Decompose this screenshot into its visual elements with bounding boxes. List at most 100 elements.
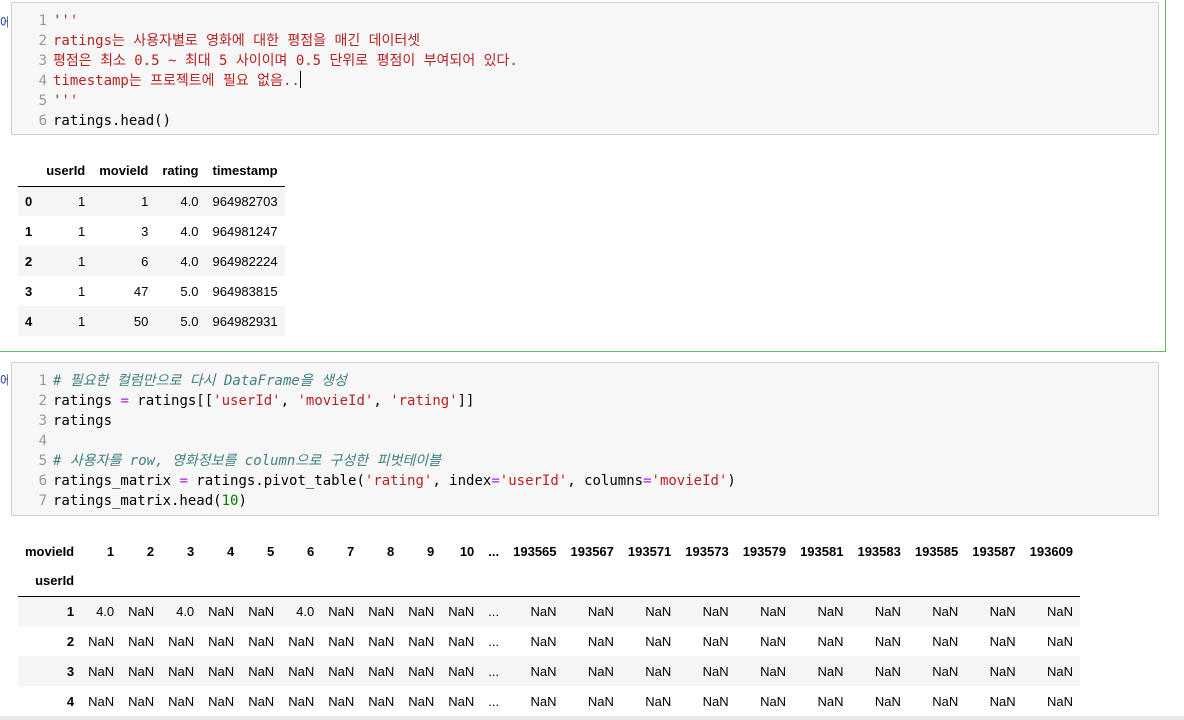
cell-prompt: 에 (0, 16, 8, 31)
table-cell: NaN (587, 633, 614, 649)
code-token: , (373, 393, 391, 409)
column-header: 8 (387, 543, 395, 559)
table-cell: NaN (587, 603, 614, 619)
code-line: 3 ratings (12, 411, 1158, 431)
table-cell: NaN (368, 693, 395, 709)
column-header: 193571 (627, 543, 672, 559)
table-cell: NaN (702, 603, 729, 619)
line-content: timestamp는 프로젝트에 필요 없음.. (53, 71, 301, 91)
table-cell: NaN (645, 663, 672, 679)
row-index: 1 (66, 603, 75, 619)
code-editor-2[interactable]: 1 # 필요한 컬럼만으로 다시 DataFrame을 생성 2 ratings = … (12, 371, 1158, 511)
code-input-2[interactable]: 1 # 필요한 컬럼만으로 다시 DataFrame을 생성 2 ratings = … (11, 362, 1159, 516)
row-index: 4 (66, 693, 75, 709)
table-cell: NaN (760, 603, 787, 619)
table-cell: NaN (645, 693, 672, 709)
horizontal-scrollbar[interactable] (0, 716, 1184, 720)
table-cell: NaN (448, 603, 475, 619)
column-header: 7 (347, 543, 355, 559)
code-token: = (120, 393, 129, 409)
code-token: ratings (53, 393, 121, 409)
table-cell: 3 (141, 223, 149, 239)
table-cell: NaN (208, 693, 235, 709)
table-cell: NaN (408, 603, 435, 619)
table-cell: ... (488, 633, 500, 649)
code-line: 5 # 사용자를 row, 영화정보를 column으로 구성한 피벗테이블 (12, 451, 1158, 471)
output-scroll-area[interactable]: movieId 1 2 3 4 5 6 7 8 9 10... 193565 193567 193571 1… (18, 536, 1159, 720)
code-token: 10 (221, 493, 239, 509)
table-cell: NaN (328, 663, 355, 679)
code-token: 'movieId' (297, 393, 374, 409)
table-cell: NaN (1047, 633, 1074, 649)
code-token: # 필요한 컬럼만으로 다시 DataFrame을 생성 (53, 373, 347, 389)
index-name: userId (18, 566, 82, 597)
table-cell: NaN (587, 663, 614, 679)
table-cell: NaN (817, 663, 844, 679)
code-line: 7 ratings_matrix.head(10) (12, 491, 1158, 511)
table-cell: NaN (645, 603, 672, 619)
line-content: ratings (53, 411, 112, 431)
code-line: 6 ratings_matrix = ratings.pivot_table('r… (12, 471, 1158, 491)
code-line: 2 ratings = ratings[['userId', 'movieId',… (12, 391, 1158, 411)
line-content: ratings_matrix.head(10) (53, 491, 247, 511)
column-header: 4 (226, 543, 235, 559)
column-header: 193567 (570, 543, 614, 559)
ratings-matrix-table: movieId 1 2 3 4 5 6 7 8 9 10... 193565 193567 193571 1… (18, 536, 1081, 716)
line-number: 4 (38, 73, 47, 89)
table-cell: NaN (1047, 603, 1074, 619)
table-cell: NaN (932, 633, 959, 649)
code-token: ratings_matrix (53, 473, 180, 489)
table-cell: NaN (874, 633, 901, 649)
cell-prompt: 에 (0, 374, 8, 389)
row-index: 2 (25, 253, 33, 269)
table-cell: NaN (874, 693, 901, 709)
line-number: 5 (38, 93, 47, 109)
table-row: 3 1 47 5.0 964983815 (18, 276, 285, 306)
table-cell: 5.0 (180, 283, 199, 299)
table-cell: NaN (368, 663, 395, 679)
empty-header (281, 566, 322, 597)
column-header: 193609 (1029, 543, 1074, 559)
line-content: 평점은 최소 0.5 ~ 최대 5 사이이며 0.5 단위로 평점이 부여되어 … (53, 51, 518, 71)
column-header: 193581 (800, 543, 844, 559)
code-token: ''' (53, 93, 79, 109)
empty-header (678, 566, 736, 597)
table-cell: NaN (989, 693, 1016, 709)
table-cell: 1 (141, 193, 149, 209)
table-cell: NaN (208, 603, 235, 619)
table-cell: NaN (88, 693, 115, 709)
column-header: movieId (25, 543, 75, 559)
code-token: ratings는 사용자별로 영화에 대한 평점을 매긴 데이터셋 (53, 33, 421, 49)
code-token: ratings.head() (53, 113, 172, 129)
code-input-1[interactable]: 1 ''' 2 ratings는 사용자별로 영화에 대한 평점을 매긴 데이터셋 3 평… (11, 2, 1159, 135)
code-line: 1 ''' (12, 11, 1158, 31)
line-content: ''' (53, 91, 78, 111)
table-cell: ... (488, 603, 500, 619)
code-line: 4 (12, 431, 1158, 451)
code-token: 'userId' (499, 473, 568, 489)
code-token: , (280, 393, 298, 409)
table-row: 4 NaN NaN NaN NaN NaN NaN NaN NaN NaN NaN... NaN NaN… (18, 686, 1080, 716)
header-row: userId movieId rating timestamp (18, 156, 285, 187)
code-token: ) (727, 473, 736, 489)
table-cell: NaN (702, 663, 729, 679)
code-editor-1[interactable]: 1 ''' 2 ratings는 사용자별로 영화에 대한 평점을 매긴 데이터셋 3 평… (12, 11, 1158, 131)
notebook-cell-1[interactable]: 에 1 ''' 2 ratings는 사용자별로 영화에 대한 평점을 매긴 데이터셋… (0, 0, 1166, 352)
table-cell: 4.0 (96, 603, 115, 619)
table-cell: NaN (645, 633, 672, 649)
column-header: 193573 (685, 543, 729, 559)
table-row: 1 1 3 4.0 964981247 (18, 216, 285, 246)
line-number: 7 (38, 493, 47, 509)
table-cell: 4.0 (180, 253, 199, 269)
table-cell: 964982931 (212, 313, 278, 329)
code-line: 6 ratings.head() (12, 111, 1158, 131)
table-cell: NaN (1047, 663, 1074, 679)
table-cell: 47 (133, 283, 149, 299)
table-cell: ... (488, 693, 500, 709)
code-token: ratings_matrix.head( (53, 493, 222, 509)
table-cell: NaN (408, 693, 435, 709)
table-cell: NaN (248, 603, 275, 619)
table-cell: NaN (168, 633, 195, 649)
code-token: = (491, 473, 500, 489)
table-cell: NaN (989, 633, 1016, 649)
